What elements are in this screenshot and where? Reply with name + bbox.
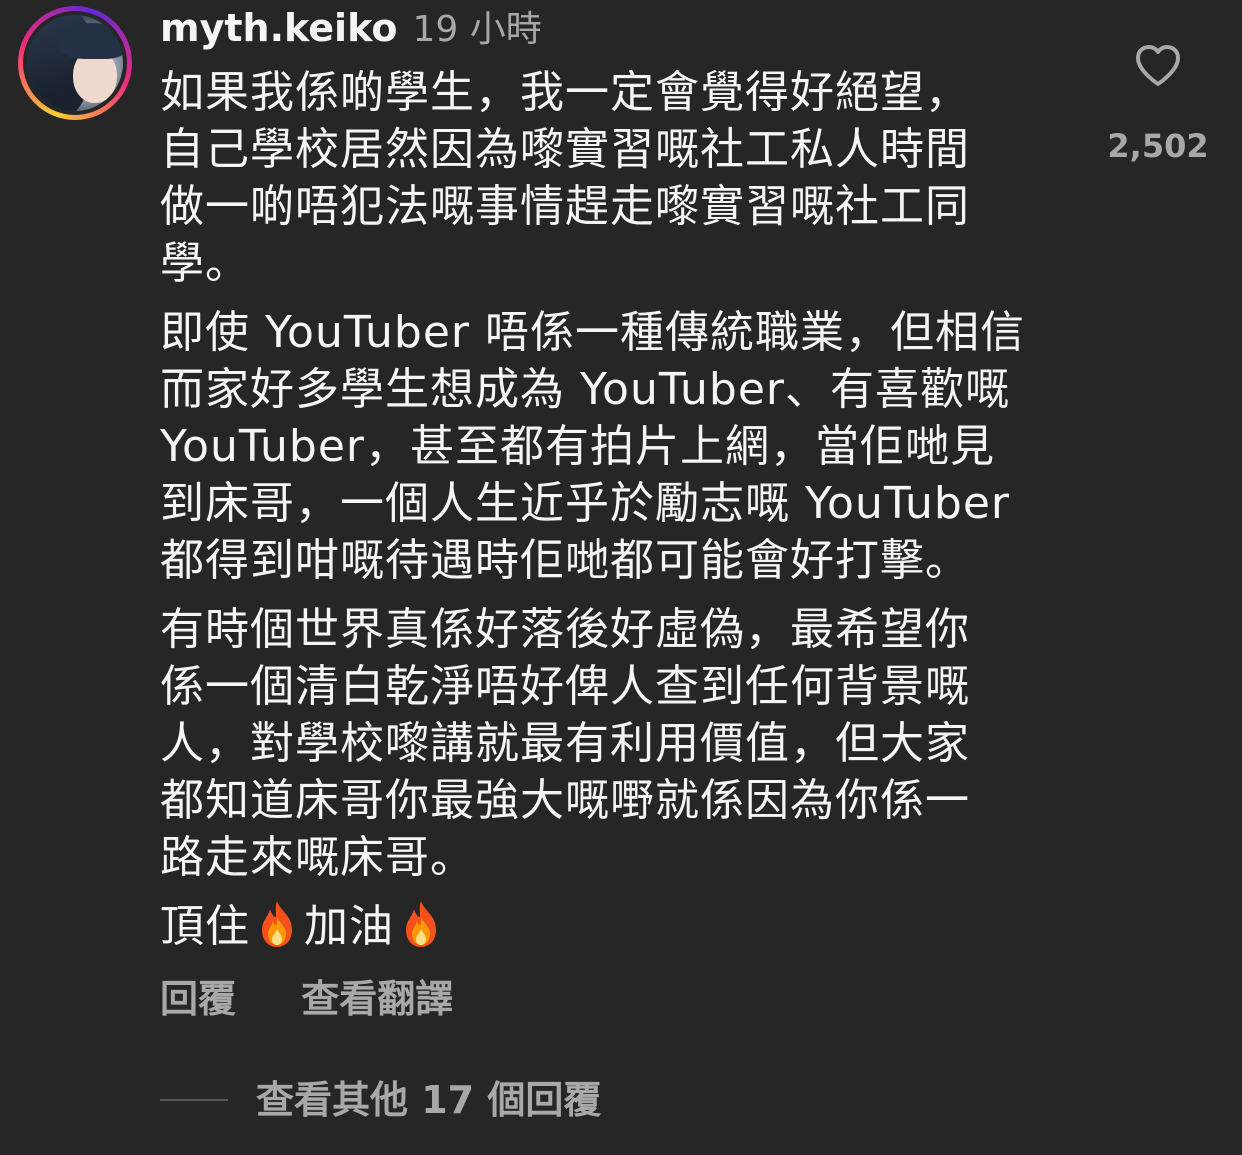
replies-divider-line: [160, 1099, 228, 1101]
comment-timestamp: 19 小時: [412, 9, 542, 50]
text-line: 如果我係啲學生，我一定會覺得好絕望，: [160, 67, 970, 118]
text-line: 自己學校居然因為嚟實習嘅社工私人時間: [160, 124, 970, 175]
text-line: 學。: [160, 238, 250, 289]
text-line: 都知道床哥你最強大嘅嘢就係因為你係一: [160, 775, 970, 826]
text-line: 有時個世界真係好落後好虛偽，最希望你: [160, 604, 970, 655]
reply-button[interactable]: 回覆: [160, 975, 236, 1023]
text-line: 係一個清白乾淨唔好俾人查到任何背景嘅: [160, 661, 970, 712]
closing-text-1: 頂住: [160, 901, 250, 952]
text-line: 而家好多學生想成為 YouTuber、有喜歡嘅: [160, 364, 1010, 415]
text-line: 都得到咁嘅待遇時佢哋都可能會好打擊。: [160, 535, 970, 586]
view-replies-button[interactable]: 查看其他 17 個回覆: [160, 1076, 601, 1124]
like-area: 2,502: [1107, 40, 1209, 166]
text-line: 路走來嘅床哥。: [160, 832, 475, 883]
avatar[interactable]: [18, 6, 132, 120]
like-count: 2,502: [1107, 127, 1209, 165]
see-translation-button[interactable]: 查看翻譯: [301, 975, 453, 1023]
text-line: 到床哥，一個人生近乎於勵志嘅 YouTuber: [160, 478, 1010, 529]
comment-paragraph: 有時個世界真係好落後好虛偽，最希望你 係一個清白乾淨唔好俾人查到任何背景嘅 人，…: [160, 601, 1060, 886]
comment-header: myth.keiko 19 小時: [160, 4, 542, 60]
closing-text-2: 加油: [304, 901, 394, 952]
username-link[interactable]: myth.keiko: [160, 6, 397, 50]
avatar-story-ring-gap: [23, 11, 127, 115]
view-replies-label: 查看其他 17 個回覆: [256, 1078, 602, 1122]
comment-actions: 回覆 查看翻譯: [160, 975, 453, 1023]
comment-closing-line: 頂住 加油: [160, 898, 1060, 955]
avatar-image: [27, 15, 123, 111]
comment-body: 如果我係啲學生，我一定會覺得好絕望， 自己學校居然因為嚟實習嘅社工私人時間 做一…: [160, 64, 1060, 967]
heart-icon[interactable]: [1132, 40, 1184, 92]
text-line: YouTuber，甚至都有拍片上網，當佢哋見: [160, 421, 996, 472]
text-line: 做一啲唔犯法嘅事情趕走嚟實習嘅社工同: [160, 181, 970, 232]
text-line: 即使 YouTuber 唔係一種傳統職業，但相信: [160, 307, 1025, 358]
comment: myth.keiko 19 小時 如果我係啲學生，我一定會覺得好絕望， 自己學校…: [0, 0, 1242, 1155]
text-line: 人，對學校嚟講就最有利用價值，但大家: [160, 718, 970, 769]
comment-paragraph: 如果我係啲學生，我一定會覺得好絕望， 自己學校居然因為嚟實習嘅社工私人時間 做一…: [160, 64, 1060, 292]
fire-icon: [262, 901, 292, 947]
fire-icon: [406, 901, 436, 947]
comment-paragraph: 即使 YouTuber 唔係一種傳統職業，但相信 而家好多學生想成為 YouTu…: [160, 304, 1060, 589]
